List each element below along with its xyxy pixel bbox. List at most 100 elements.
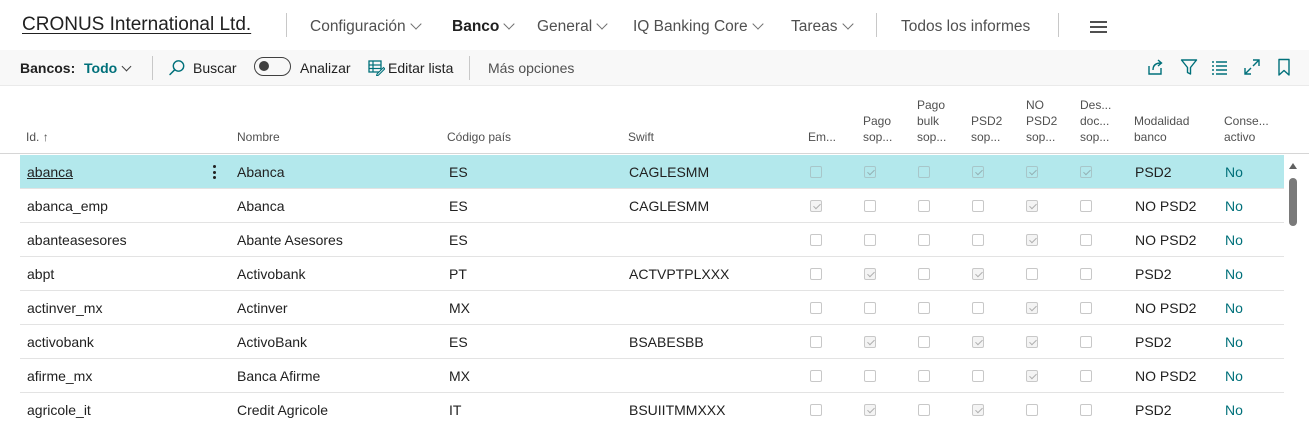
- chevron-down-icon: [121, 61, 132, 72]
- expand-icon[interactable]: [1243, 58, 1261, 76]
- row-modalidad: NO PSD2: [1135, 368, 1197, 384]
- checkbox-pago: [864, 268, 876, 280]
- action-bar: Bancos: Todo Buscar Analizar Editar list…: [0, 50, 1309, 86]
- table-row[interactable]: abpt Activobank PT ACTVPTPLXXX PSD2 No: [20, 257, 1284, 291]
- checkbox-des: [1080, 404, 1092, 416]
- row-modalidad: PSD2: [1135, 334, 1172, 350]
- nav-banco[interactable]: Banco: [452, 18, 516, 36]
- row-id-link[interactable]: afirme_mx: [27, 368, 92, 384]
- table-row[interactable]: agricole_it Credit Agricole IT BSUIITMMXXX P…: [20, 393, 1284, 425]
- column-header-activo[interactable]: Conse... activo: [1224, 113, 1269, 145]
- edit-list-button[interactable]: Editar lista: [388, 60, 453, 76]
- more-options-button[interactable]: Más opciones: [488, 60, 574, 76]
- nav-tareas-label: Tareas: [791, 18, 838, 35]
- column-header-des[interactable]: Des... doc... sop...: [1080, 97, 1111, 145]
- column-header-no-psd2[interactable]: NO PSD2 sop...: [1026, 97, 1057, 145]
- table-row[interactable]: afirme_mx Banca Afirme MX NO PSD2 No: [20, 359, 1284, 393]
- filter-value: Todo: [84, 60, 118, 76]
- row-id-link[interactable]: abanca: [27, 164, 73, 180]
- nav-iq-banking-core[interactable]: IQ Banking Core: [633, 18, 764, 36]
- search-button[interactable]: Buscar: [193, 60, 237, 76]
- column-header-pago-bulk[interactable]: Pago bulk sop...: [917, 97, 946, 145]
- top-navigation-bar: CRONUS International Ltd. Configuración …: [0, 0, 1309, 50]
- row-name: Abante Asesores: [237, 232, 343, 248]
- row-id-link[interactable]: actinver_mx: [27, 300, 102, 316]
- row-name: Activobank: [237, 266, 306, 282]
- row-id-link[interactable]: abanteasesores: [27, 232, 127, 248]
- table-row[interactable]: activobank ActivoBank ES BSABESBB PSD2 No: [20, 325, 1284, 359]
- row-activo-link[interactable]: No: [1225, 334, 1243, 350]
- checkbox-des: [1080, 268, 1092, 280]
- row-activo-link[interactable]: No: [1225, 198, 1243, 214]
- header-line: doc...: [1080, 114, 1110, 128]
- nav-general-label: General: [537, 18, 593, 35]
- edit-list-icon[interactable]: [368, 59, 385, 76]
- filter-dropdown[interactable]: Todo: [84, 60, 132, 76]
- row-modalidad: PSD2: [1135, 402, 1172, 418]
- checkbox-no-psd2: [1026, 234, 1038, 246]
- analyze-label[interactable]: Analizar: [300, 60, 351, 76]
- row-activo-link[interactable]: No: [1225, 164, 1243, 180]
- scrollbar-thumb[interactable]: [1289, 178, 1297, 226]
- column-header-swift[interactable]: Swift: [628, 129, 654, 145]
- action-divider: [152, 56, 153, 80]
- column-header-modalidad[interactable]: Modalidad banco: [1134, 113, 1189, 145]
- nav-general[interactable]: General: [537, 18, 608, 36]
- column-header-psd2[interactable]: PSD2 sop...: [971, 113, 1002, 145]
- row-name: Actinver: [237, 300, 288, 316]
- row-activo-link[interactable]: No: [1225, 368, 1243, 384]
- checkbox-pago: [864, 336, 876, 348]
- header-line: Modalidad: [1134, 114, 1190, 128]
- analyze-toggle[interactable]: [254, 57, 291, 76]
- column-header-em[interactable]: Em...: [808, 129, 836, 145]
- row-id-link[interactable]: abanca_emp: [27, 198, 108, 214]
- search-icon[interactable]: [168, 59, 186, 77]
- hamburger-menu-icon[interactable]: [1090, 21, 1107, 33]
- checkbox-psd2: [972, 268, 984, 280]
- row-country-code: ES: [449, 334, 468, 350]
- nav-tareas[interactable]: Tareas: [791, 18, 854, 36]
- table-row[interactable]: abanteasesores Abante Asesores ES NO PSD2 No: [20, 223, 1284, 257]
- checkbox-pago-bulk: [918, 234, 930, 246]
- list-view-icon[interactable]: [1211, 59, 1228, 76]
- nav-configuracion[interactable]: Configuración: [310, 18, 422, 36]
- header-line: bulk: [917, 114, 940, 128]
- checkbox-pago: [864, 302, 876, 314]
- header-line: sop...: [1026, 130, 1056, 144]
- column-header-id[interactable]: Id. ↑: [26, 129, 49, 145]
- share-icon[interactable]: [1146, 58, 1165, 77]
- header-line: Des...: [1080, 98, 1112, 112]
- row-country-code: MX: [449, 368, 470, 384]
- row-activo-link[interactable]: No: [1225, 232, 1243, 248]
- checkbox-psd2: [972, 370, 984, 382]
- table-row[interactable]: abanca_emp Abanca ES CAGLESMM NO PSD2 No: [20, 189, 1284, 223]
- checkbox-psd2: [972, 166, 984, 178]
- table-row[interactable]: actinver_mx Actinver MX NO PSD2 No: [20, 291, 1284, 325]
- row-actions-ellipsis-icon[interactable]: [212, 164, 218, 180]
- filter-icon[interactable]: [1180, 58, 1198, 76]
- checkbox-pago: [864, 234, 876, 246]
- toggle-knob: [259, 61, 269, 71]
- column-header-country[interactable]: Código país: [447, 129, 511, 145]
- row-swift: CAGLESMM: [629, 198, 710, 214]
- column-header-pago[interactable]: Pago sop...: [863, 113, 892, 145]
- chevron-down-icon: [596, 18, 608, 30]
- checkbox-des: [1080, 166, 1092, 178]
- row-id-link[interactable]: agricole_it: [27, 402, 91, 418]
- scroll-up-arrow-icon[interactable]: [1289, 163, 1297, 169]
- chevron-down-icon: [409, 18, 422, 30]
- bookmark-icon[interactable]: [1277, 58, 1291, 77]
- column-header-name[interactable]: Nombre: [237, 129, 280, 145]
- table-row[interactable]: abanca Abanca ES CAGLESMM PSD2 No: [20, 155, 1284, 189]
- nav-divider: [876, 13, 877, 37]
- chevron-down-icon: [841, 18, 854, 30]
- row-activo-link[interactable]: No: [1225, 300, 1243, 316]
- row-id-link[interactable]: abpt: [27, 266, 54, 282]
- company-name-link[interactable]: CRONUS International Ltd.: [22, 14, 251, 36]
- row-id-link[interactable]: activobank: [27, 334, 94, 350]
- row-activo-link[interactable]: No: [1225, 266, 1243, 282]
- nav-all-reports[interactable]: Todos los informes: [901, 18, 1030, 36]
- header-line: sop...: [971, 130, 1001, 144]
- header-line: banco: [1134, 130, 1167, 144]
- row-activo-link[interactable]: No: [1225, 402, 1243, 418]
